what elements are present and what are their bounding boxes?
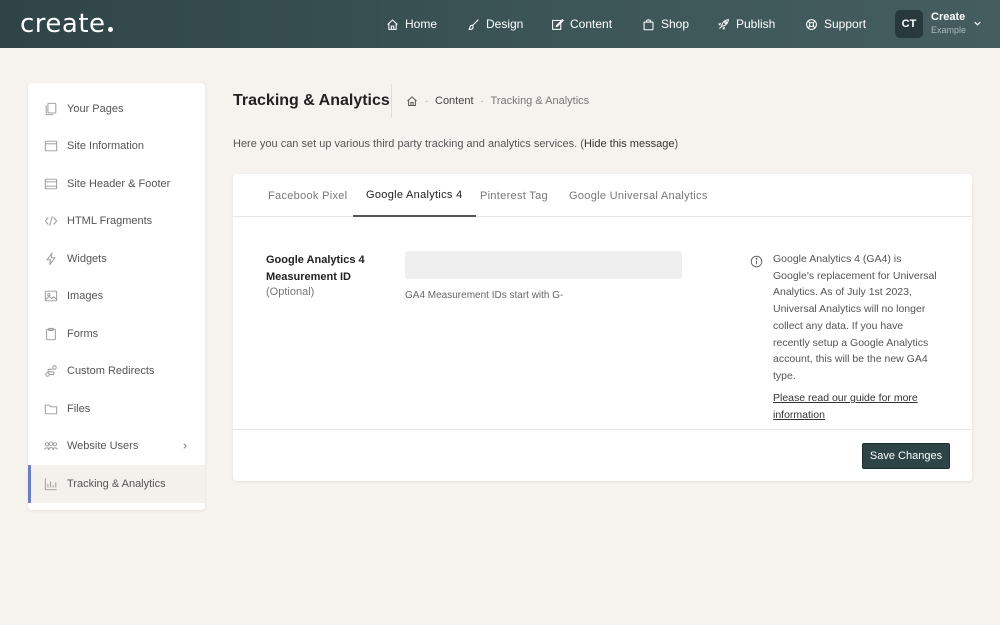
clipboard-icon <box>46 327 56 341</box>
top-navigation-bar: create Home Design Content Shop Publish … <box>0 0 1000 48</box>
user-name: Create <box>931 11 966 23</box>
user-menu[interactable]: CT Create Example <box>895 10 981 38</box>
brush-icon <box>468 18 479 30</box>
sidebar-item-label: Forms <box>67 328 99 340</box>
sidebar-item-label: Widgets <box>67 253 107 265</box>
sidebar-item-html-fragments[interactable]: HTML Fragments <box>28 202 205 240</box>
logo[interactable]: create <box>20 9 113 39</box>
intro-text: Here you can set up various third party … <box>233 138 578 150</box>
optional-label: (Optional) <box>266 286 315 298</box>
sidebar-item-your-pages[interactable]: Your Pages <box>28 90 205 128</box>
breadcrumb-separator: - <box>425 96 428 106</box>
nav-publish[interactable]: Publish <box>717 0 775 48</box>
sidebar-item-label: Website Users <box>67 440 139 452</box>
hide-close-paren: ) <box>674 138 679 150</box>
nav-design-label: Design <box>486 17 524 31</box>
folder-icon <box>44 404 58 415</box>
bolt-icon <box>46 252 56 265</box>
sidebar-item-label: Tracking & Analytics <box>67 478 166 490</box>
image-icon <box>44 290 58 302</box>
sidebar-item-label: Files <box>67 403 91 415</box>
layout-icon <box>44 178 58 190</box>
info-icon <box>750 255 763 268</box>
avatar: CT <box>895 10 923 38</box>
intro-message: Here you can set up various third party … <box>233 138 678 150</box>
nav-content-label: Content <box>570 17 613 31</box>
sidebar-item-label: HTML Fragments <box>67 215 153 227</box>
nav-support-label: Support <box>824 17 867 31</box>
nav-shop-label: Shop <box>661 17 690 31</box>
nav-publish-label: Publish <box>736 17 776 31</box>
tab-pinterest-tag[interactable]: Pinterest Tag <box>480 174 548 217</box>
rocket-icon <box>717 18 729 30</box>
settings-card: Facebook Pixel Google Analytics 4 Pinter… <box>233 174 972 481</box>
nav-home[interactable]: Home <box>386 0 437 48</box>
users-icon <box>44 441 58 451</box>
sidebar-item-forms[interactable]: Forms <box>28 315 205 353</box>
chevron-right-icon <box>183 443 187 449</box>
measurement-id-label: Google Analytics 4 Measurement ID <box>266 254 365 283</box>
chart-icon <box>44 478 57 491</box>
save-button[interactable]: Save Changes <box>862 443 950 469</box>
nav-home-label: Home <box>405 17 438 31</box>
sidebar-item-label: Custom Redirects <box>67 365 155 377</box>
sidebar-item-custom-redirects[interactable]: Custom Redirects <box>28 352 205 390</box>
sidebar-item-label: Site Information <box>67 140 145 152</box>
pages-icon <box>45 102 57 116</box>
nav-content[interactable]: Content <box>551 0 612 48</box>
lifebuoy-icon <box>806 18 817 30</box>
hide-message-link[interactable]: Hide this message <box>584 138 675 150</box>
nav-design[interactable]: Design <box>467 0 523 48</box>
sidebar-item-site-information[interactable]: Site Information <box>28 127 205 165</box>
sidebar-item-website-users[interactable]: Website Users <box>28 427 205 465</box>
breadcrumb: - Content - Tracking & Analytics <box>406 95 589 107</box>
tab-facebook-pixel[interactable]: Facebook Pixel <box>268 174 347 217</box>
sidebar: Your Pages Site Information Site Header … <box>28 83 205 510</box>
sidebar-item-tracking-analytics[interactable]: Tracking & Analytics <box>28 465 205 503</box>
home-icon[interactable] <box>406 95 418 107</box>
tab-bar: Facebook Pixel Google Analytics 4 Pinter… <box>233 174 972 217</box>
window-icon <box>44 140 58 152</box>
edit-icon <box>552 18 564 30</box>
info-text: Google Analytics 4 (GA4) is Google's rep… <box>773 253 937 382</box>
nav-shop[interactable]: Shop <box>642 0 689 48</box>
breadcrumb-content[interactable]: Content <box>435 95 474 107</box>
chevron-down-icon <box>974 21 981 26</box>
tab-google-universal-analytics[interactable]: Google Universal Analytics <box>569 174 708 217</box>
sidebar-item-images[interactable]: Images <box>28 277 205 315</box>
user-subtitle: Example <box>931 25 967 35</box>
title-divider <box>391 84 392 118</box>
page-title: Tracking & Analytics <box>233 92 390 109</box>
breadcrumb-current: Tracking & Analytics <box>490 95 590 107</box>
sidebar-item-label: Images <box>67 290 104 302</box>
bag-icon <box>643 18 654 30</box>
guide-link[interactable]: Please read our guide for more informati… <box>773 390 941 423</box>
breadcrumb-separator: - <box>480 96 484 106</box>
tab-google-analytics-4[interactable]: Google Analytics 4 <box>353 174 476 217</box>
sidebar-item-site-header-footer[interactable]: Site Header & Footer <box>28 165 205 203</box>
sidebar-item-label: Your Pages <box>67 103 124 115</box>
measurement-id-input[interactable] <box>405 251 682 279</box>
card-footer-divider <box>233 429 972 430</box>
sidebar-item-widgets[interactable]: Widgets <box>28 240 205 278</box>
redirect-icon <box>45 365 57 377</box>
code-icon <box>44 216 58 226</box>
home-icon <box>387 18 398 30</box>
sidebar-item-files[interactable]: Files <box>28 390 205 428</box>
measurement-id-hint: GA4 Measurement IDs start with G- <box>405 290 564 301</box>
sidebar-item-label: Site Header & Footer <box>67 178 171 190</box>
nav-support[interactable]: Support <box>805 0 866 48</box>
